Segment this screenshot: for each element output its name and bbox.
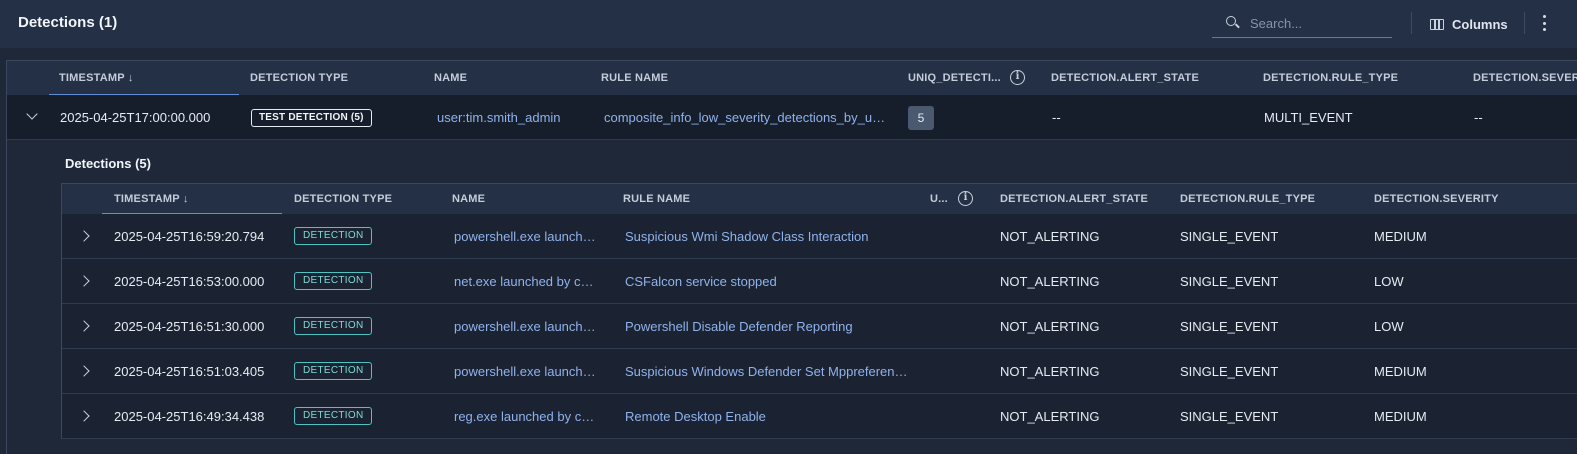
row-name-link[interactable]: powershell.exe launched by cmd.exe <box>454 319 600 334</box>
chevron-right-icon[interactable] <box>78 410 90 422</box>
column-header-rule-type[interactable]: DETECTION.RULE_TYPE <box>1263 61 1463 95</box>
row-rule-type: MULTI_EVENT <box>1264 110 1353 125</box>
column-header-severity[interactable]: DETECTION.SEVERITY <box>1374 184 1574 214</box>
table-row[interactable]: 2025-04-25T16:49:34.438 DETECTION reg.ex… <box>62 394 1577 439</box>
row-timestamp: 2025-04-25T16:49:34.438 <box>114 409 265 424</box>
row-severity: MEDIUM <box>1374 364 1427 379</box>
row-timestamp: 2025-04-25T16:59:20.794 <box>114 229 265 244</box>
row-severity: -- <box>1474 110 1483 125</box>
column-header-timestamp[interactable]: TIMESTAMP ↓ <box>114 184 284 214</box>
row-alert-state: NOT_ALERTING <box>1000 409 1100 424</box>
column-header-detection-type[interactable]: DETECTION TYPE <box>294 184 444 214</box>
row-name-link[interactable]: powershell.exe launched by wmiprvse.exe <box>454 229 600 244</box>
row-alert-state: -- <box>1052 110 1061 125</box>
columns-label: Columns <box>1452 16 1508 32</box>
row-name-link[interactable]: powershell.exe launched by cmd.exe <box>454 364 600 379</box>
info-icon[interactable]: i <box>1010 70 1025 85</box>
row-rule-type: SINGLE_EVENT <box>1180 319 1279 334</box>
detections-table: TIMESTAMP ↓ DETECTION TYPE NAME RULE NAM… <box>6 60 1577 454</box>
search-icon <box>1226 16 1236 26</box>
row-alert-state: NOT_ALERTING <box>1000 364 1100 379</box>
divider <box>1411 12 1412 34</box>
more-options-icon[interactable] <box>1538 13 1550 33</box>
row-name-link[interactable]: net.exe launched by cmd.exe <box>454 274 600 289</box>
chevron-down-icon[interactable] <box>26 108 38 120</box>
table-header: TIMESTAMP ↓ DETECTION TYPE NAME RULE NAM… <box>7 61 1577 95</box>
chevron-right-icon[interactable] <box>78 275 90 287</box>
info-icon[interactable]: i <box>958 191 973 206</box>
row-timestamp: 2025-04-25T16:53:00.000 <box>114 274 265 289</box>
row-rule-name-link[interactable]: CSFalcon service stopped <box>625 274 908 289</box>
detection-badge: DETECTION <box>294 272 373 290</box>
column-header-name[interactable]: NAME <box>452 184 602 214</box>
row-severity: LOW <box>1374 319 1404 334</box>
row-alert-state: NOT_ALERTING <box>1000 274 1100 289</box>
row-rule-type: SINGLE_EVENT <box>1180 364 1279 379</box>
columns-icon <box>1430 18 1444 30</box>
row-rule-name-link[interactable]: composite_info_low_severity_detections_b… <box>604 110 887 125</box>
column-header-name[interactable]: NAME <box>434 61 584 95</box>
row-rule-type: SINGLE_EVENT <box>1180 274 1279 289</box>
expanded-row-panel: Detections (5) TIMESTAMP ↓ DETECTION TYP… <box>7 141 1577 454</box>
uniq-detections-count: 5 <box>908 106 934 130</box>
nested-table-header: TIMESTAMP ↓ DETECTION TYPE NAME RULE NAM… <box>62 184 1577 214</box>
test-detection-badge: TEST DETECTION (5) <box>251 109 372 127</box>
nested-detections-table: TIMESTAMP ↓ DETECTION TYPE NAME RULE NAM… <box>61 183 1577 439</box>
table-row[interactable]: 2025-04-25T16:59:20.794 DETECTION powers… <box>62 214 1577 259</box>
table-row[interactable]: 2025-04-25T16:51:03.405 DETECTION powers… <box>62 349 1577 394</box>
detection-badge: DETECTION <box>294 227 373 245</box>
chevron-right-icon[interactable] <box>78 365 90 377</box>
chevron-right-icon[interactable] <box>78 320 90 332</box>
page-header: Detections (1) Columns <box>0 0 1577 48</box>
row-rule-name-link[interactable]: Suspicious Wmi Shadow Class Interaction <box>625 229 908 244</box>
column-header-alert-state[interactable]: DETECTION.ALERT_STATE <box>1000 184 1175 214</box>
row-severity: LOW <box>1374 274 1404 289</box>
row-severity: MEDIUM <box>1374 229 1427 244</box>
detection-badge: DETECTION <box>294 407 373 425</box>
search-box[interactable] <box>1212 8 1392 38</box>
row-alert-state: NOT_ALERTING <box>1000 229 1100 244</box>
table-row[interactable]: 2025-04-25T16:53:00.000 DETECTION net.ex… <box>62 259 1577 304</box>
row-rule-type: SINGLE_EVENT <box>1180 409 1279 424</box>
row-rule-name-link[interactable]: Remote Desktop Enable <box>625 409 908 424</box>
column-header-rule-name[interactable]: RULE NAME <box>623 184 913 214</box>
column-header-severity[interactable]: DETECTION.SEVERITY <box>1473 61 1577 95</box>
row-rule-type: SINGLE_EVENT <box>1180 229 1279 244</box>
row-name-link[interactable]: reg.exe launched by cmd.exe <box>454 409 600 424</box>
columns-button[interactable]: Columns <box>1430 14 1508 34</box>
nested-table-title: Detections (5) <box>65 156 151 171</box>
chevron-right-icon[interactable] <box>78 230 90 242</box>
row-timestamp: 2025-04-25T16:51:03.405 <box>114 364 265 379</box>
divider <box>1524 12 1525 34</box>
row-timestamp: 2025-04-25T17:00:00.000 <box>60 110 211 125</box>
row-rule-name-link[interactable]: Powershell Disable Defender Reporting <box>625 319 908 334</box>
table-row[interactable]: 2025-04-25T17:00:00.000 TEST DETECTION (… <box>7 95 1577 140</box>
page-title: Detections (1) <box>18 14 118 31</box>
row-name-link[interactable]: user:tim.smith_admin <box>437 110 587 125</box>
detection-badge: DETECTION <box>294 362 373 380</box>
column-header-rule-name[interactable]: RULE NAME <box>601 61 881 95</box>
detection-badge: DETECTION <box>294 317 373 335</box>
column-header-timestamp[interactable]: TIMESTAMP ↓ <box>59 61 239 95</box>
column-header-rule-type[interactable]: DETECTION.RULE_TYPE <box>1180 184 1365 214</box>
column-header-uniq-detections[interactable]: UNIQ_DETECTI... <box>908 61 1000 95</box>
row-rule-name-link[interactable]: Suspicious Windows Defender Set Mpprefer… <box>625 364 908 379</box>
row-severity: MEDIUM <box>1374 409 1427 424</box>
search-input[interactable] <box>1250 12 1388 34</box>
column-header-alert-state[interactable]: DETECTION.ALERT_STATE <box>1051 61 1251 95</box>
table-row[interactable]: 2025-04-25T16:51:30.000 DETECTION powers… <box>62 304 1577 349</box>
column-header-detection-type[interactable]: DETECTION TYPE <box>250 61 420 95</box>
column-header-uniq-detections[interactable]: U... <box>930 184 955 214</box>
row-timestamp: 2025-04-25T16:51:30.000 <box>114 319 265 334</box>
row-alert-state: NOT_ALERTING <box>1000 319 1100 334</box>
